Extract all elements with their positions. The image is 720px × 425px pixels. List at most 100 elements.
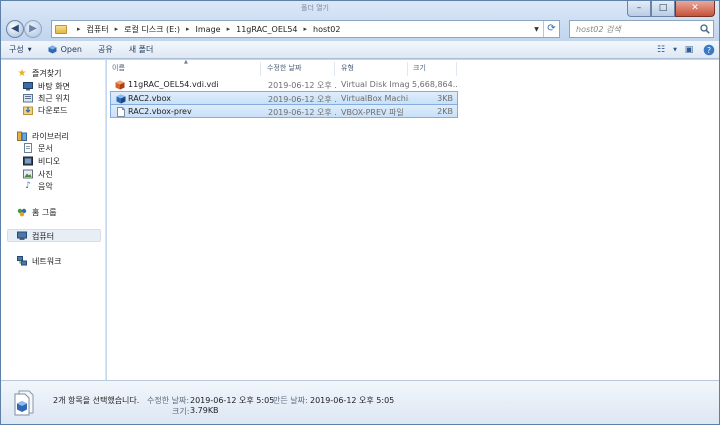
modified-value: 2019-06-12 오후 5:05 (190, 396, 275, 405)
vbox-icon (116, 94, 126, 104)
nav-recent[interactable]: 최근 위치 (23, 92, 70, 104)
created-label: 만든 날짜: (273, 396, 308, 405)
breadcrumb-separator: ▸ (114, 25, 119, 33)
file-row[interactable]: RAC2.vbox-prev 2019-06-12 오후 ... VBOX-PR… (110, 104, 458, 118)
libraries-icon (17, 131, 27, 141)
forward-button[interactable]: ▶ (24, 20, 42, 38)
nav-recent-label: 최근 위치 (38, 93, 70, 103)
minimize-button[interactable]: – (627, 1, 651, 17)
nav-downloads[interactable]: 다운로드 (23, 104, 67, 116)
file-modified: 2019-06-12 오후 ... (268, 81, 336, 90)
arrow-right-icon: ▶ (29, 23, 37, 34)
address-bar[interactable]: ▸ 컴퓨터 ▸ 로컬 디스크 (E:) ▸ Image ▸ 11gRAC_OEL… (51, 20, 560, 38)
help-icon[interactable]: ? (699, 42, 719, 58)
nav-videos-label: 비디오 (38, 156, 61, 166)
column-header-modified[interactable]: 수정한 날짜 (267, 61, 301, 74)
file-row[interactable]: 11gRAC_OEL54.vdi.vdi 2019-06-12 오후 ... V… (110, 78, 458, 92)
search-input[interactable]: host02 검색 (569, 20, 714, 38)
column-type-label: 유형 (341, 63, 354, 72)
nav-desktop[interactable]: 바탕 화면 (23, 80, 70, 92)
computer-icon (17, 231, 27, 241)
file-modified: 2019-06-12 오후 ... (268, 108, 336, 117)
nav-documents-label: 문서 (38, 143, 53, 153)
column-divider[interactable] (407, 62, 408, 76)
breadcrumb-separator: ▸ (186, 25, 190, 33)
selection-summary: 2개 항목을 선택했습니다. (53, 396, 140, 405)
column-modified-label: 수정한 날짜 (267, 63, 302, 72)
nav-documents[interactable]: 문서 (23, 142, 53, 154)
nav-downloads-label: 다운로드 (38, 105, 68, 115)
preview-pane-icon[interactable]: ▣ (679, 42, 699, 58)
videos-icon (23, 156, 33, 166)
breadcrumb-image[interactable]: Image (196, 25, 221, 34)
virtualbox-icon (48, 45, 57, 54)
multiple-files-icon (13, 390, 35, 416)
column-name-label: 이름 (112, 63, 125, 72)
file-type: VirtualBox Machi... (341, 94, 409, 103)
nav-network-label: 네트워크 (32, 256, 62, 266)
nav-computer[interactable]: 컴퓨터 (17, 230, 54, 242)
breadcrumb-local-disk[interactable]: 로컬 디스크 (E:) (124, 24, 180, 35)
refresh-icon[interactable]: ⟳ (543, 21, 559, 37)
share-button[interactable]: 공유 (90, 41, 121, 59)
column-header-type[interactable]: 유형 (341, 61, 354, 74)
breadcrumb-11grac[interactable]: 11gRAC_OEL54 (236, 25, 297, 34)
arrow-left-icon: ◀ (11, 23, 19, 34)
file-type: VBOX-PREV 파일 (341, 108, 404, 117)
explorer-window: 폴더 열기 – □ ✕ ◀ ▶ ▸ 컴퓨터 ▸ 로컬 디스크 (E:) ▸ Im… (0, 0, 720, 425)
recent-places-icon (23, 93, 33, 103)
column-divider[interactable] (334, 62, 335, 76)
nav-music[interactable]: ♪ 음악 (23, 180, 53, 192)
file-type: Virtual Disk Image (341, 80, 409, 89)
breadcrumb-separator: ▸ (226, 25, 231, 33)
file-size: 3KB (437, 94, 453, 103)
nav-videos[interactable]: 비디오 (23, 155, 60, 167)
nav-favorites[interactable]: ★ 즐겨찾기 (17, 67, 62, 79)
size-value: 3.79KB (190, 406, 219, 415)
maximize-button[interactable]: □ (651, 1, 675, 17)
file-name: RAC2.vbox-prev (128, 107, 192, 116)
nav-music-label: 음악 (38, 181, 53, 191)
star-icon: ★ (17, 67, 27, 79)
nav-homegroup[interactable]: 홈 그룹 (17, 206, 57, 218)
folder-icon (55, 24, 67, 34)
nav-homegroup-label: 홈 그룹 (32, 207, 57, 217)
network-icon (17, 256, 27, 266)
blank-file-icon (116, 107, 126, 117)
file-row[interactable]: RAC2.vbox 2019-06-12 오후 ... VirtualBox M… (110, 91, 458, 105)
open-button[interactable]: Open (40, 41, 90, 59)
chevron-down-icon[interactable]: ▼ (530, 26, 543, 33)
breadcrumb-separator: ▸ (77, 25, 81, 33)
sort-ascending-icon: ▲ (184, 59, 188, 65)
nav-libraries-label: 라이브러리 (32, 131, 69, 141)
nav-pictures-label: 사진 (38, 169, 53, 179)
nav-desktop-label: 바탕 화면 (38, 81, 70, 91)
back-button[interactable]: ◀ (6, 20, 24, 38)
column-header-name[interactable]: 이름 (112, 61, 125, 74)
documents-icon (23, 143, 33, 153)
view-dropdown-icon[interactable]: ▼ (671, 42, 679, 58)
search-icon[interactable] (697, 21, 713, 37)
homegroup-icon (17, 207, 27, 217)
nav-libraries[interactable]: 라이브러리 (17, 130, 69, 142)
organize-button[interactable]: 구성 ▼ (1, 41, 40, 59)
nav-pictures[interactable]: 사진 (23, 168, 53, 180)
file-name: RAC2.vbox (128, 94, 171, 103)
nav-computer-label: 컴퓨터 (32, 231, 55, 241)
new-folder-label: 새 폴더 (128, 45, 154, 54)
details-pane: 2개 항목을 선택했습니다. 수정한 날짜: 2019-06-12 오후 5:0… (1, 380, 719, 424)
breadcrumb-computer[interactable]: 컴퓨터 (87, 24, 109, 35)
open-label: Open (60, 45, 82, 54)
column-divider[interactable] (456, 62, 457, 76)
nav-network[interactable]: 네트워크 (17, 255, 61, 267)
window-title: 폴더 열기 (301, 4, 329, 12)
column-divider[interactable] (260, 62, 261, 76)
search-placeholder: host02 검색 (576, 24, 621, 34)
file-list: 이름 ▲ 수정한 날짜 유형 크기 11gRAC_OEL54.vdi.vdi 2… (107, 59, 719, 380)
modified-label: 수정한 날짜: (147, 396, 190, 405)
column-header-size[interactable]: 크기 (413, 61, 426, 74)
close-button[interactable]: ✕ (675, 1, 715, 17)
view-options-icon[interactable]: ☷ (651, 42, 671, 58)
breadcrumb-host02[interactable]: host02 (313, 25, 340, 34)
new-folder-button[interactable]: 새 폴더 (121, 41, 162, 59)
